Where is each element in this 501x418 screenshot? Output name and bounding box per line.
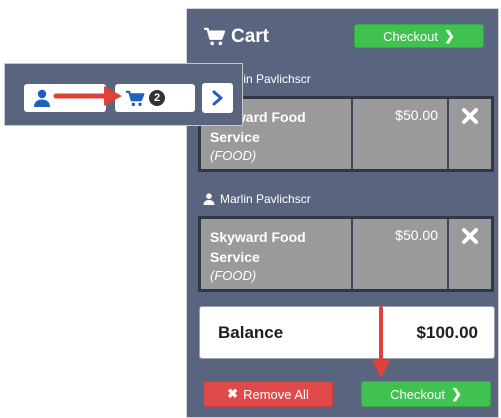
chevron-right-icon: ❯ [451,386,462,401]
user-icon [34,89,50,107]
cart-count-badge: 2 [149,90,165,106]
remove-all-button[interactable]: ✖ Remove All [203,381,333,407]
close-icon [462,108,478,124]
close-icon: ✖ [227,386,239,401]
item-name-line2: Service [210,249,260,265]
annotation-arrow-right [53,86,122,106]
next-button[interactable] [202,83,233,113]
student-name: Marlin Pavlichscr [203,191,311,207]
cart-title: Cart [231,26,270,47]
checkout-button-label: Checkout [390,386,445,402]
item-type: (FOOD) [210,268,257,283]
checkout-button-bottom[interactable]: Checkout ❯ [361,381,491,407]
item-description: Skyward Food Service (FOOD) [201,219,351,289]
cart-item-row: Skyward Food Service (FOOD) $50.00 [198,216,494,292]
item-name-line2: Service [210,129,260,145]
balance-label: Balance [218,323,284,342]
cart-title-group: Cart [203,25,269,49]
remove-item-button[interactable] [449,219,491,289]
item-name-line1: Skyward Food [210,229,306,245]
balance-box: Balance $100.00 [199,306,495,359]
item-price: $50.00 [353,99,447,169]
checkout-button-label: Checkout [383,28,438,44]
cart-header: Cart Checkout ❯ [187,9,498,65]
balance-value: $100.00 [416,323,478,342]
close-icon [462,228,478,244]
item-type: (FOOD) [210,148,257,163]
cart-icon [125,90,145,106]
remove-item-button[interactable] [449,99,491,169]
annotation-arrow-down [372,306,390,378]
user-icon [203,193,215,205]
remove-all-label: Remove All [243,386,309,402]
chevron-right-icon: ❯ [444,28,455,43]
cart-icon [204,27,225,46]
chevron-right-icon [212,90,222,106]
cart-button[interactable]: 2 [115,84,195,112]
checkout-button-top[interactable]: Checkout ❯ [354,24,484,48]
student-name-text: Marlin Pavlichscr [220,192,311,206]
item-price: $50.00 [353,219,447,289]
